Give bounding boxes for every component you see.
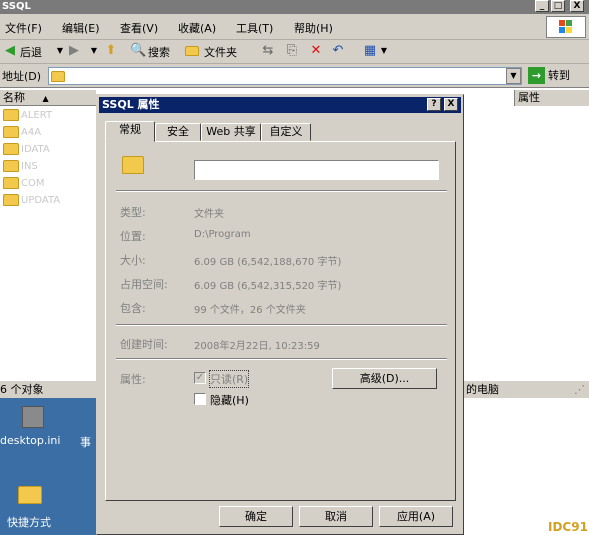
- column-header-attributes[interactable]: 属性: [514, 90, 589, 106]
- desktop-icon-label[interactable]: desktop.ini: [0, 434, 60, 447]
- close-button[interactable]: X: [570, 0, 584, 12]
- list-item[interactable]: ALERT: [3, 109, 52, 126]
- go-button[interactable]: → 转到: [528, 67, 570, 84]
- list-item[interactable]: COM: [3, 177, 44, 194]
- readonly-label[interactable]: 只读(R): [208, 370, 250, 388]
- delete-icon[interactable]: ✕: [308, 43, 324, 59]
- advanced-button[interactable]: 高级(D)...: [332, 368, 437, 389]
- ok-button[interactable]: 确定: [219, 506, 293, 527]
- menu-tools[interactable]: 工具(T): [236, 20, 273, 36]
- menu-view[interactable]: 查看(V): [120, 20, 158, 36]
- attributes-label: 属性:: [120, 373, 146, 386]
- size-on-disk-value: 6.09 GB (6,542,315,520 字节): [194, 281, 342, 292]
- separator: [116, 190, 447, 192]
- type-value: 文件夹: [194, 209, 224, 220]
- menu-favorites[interactable]: 收藏(A): [178, 20, 216, 36]
- size-label: 大小:: [120, 254, 146, 267]
- desktop-icon-label[interactable]: 事: [80, 434, 91, 450]
- minimize-button[interactable]: _: [535, 0, 549, 12]
- folder-icon: [3, 126, 19, 138]
- resize-grip-icon[interactable]: ⋰: [574, 381, 585, 398]
- tab-custom[interactable]: 自定义: [261, 123, 311, 141]
- apply-button[interactable]: 应用(A): [379, 506, 453, 527]
- copy-to-icon[interactable]: ⎘: [284, 43, 300, 59]
- tab-panel-general: 类型: 文件夹 位置: D:\Program 大小: 6.09 GB (6,54…: [105, 141, 456, 501]
- forward-dropdown-icon[interactable]: ▼: [86, 43, 102, 59]
- windows-logo-icon: [546, 16, 586, 38]
- menu-file[interactable]: 文件(F): [5, 20, 42, 36]
- window-title: SSQL: [2, 1, 31, 12]
- cancel-button[interactable]: 取消: [299, 506, 373, 527]
- search-button[interactable]: 搜索: [148, 44, 170, 60]
- location-value: D:\Program: [194, 229, 251, 240]
- dialog-titlebar: SSQL 属性 ? X: [99, 97, 461, 113]
- forward-arrow-icon[interactable]: ▶: [66, 43, 82, 59]
- address-input[interactable]: [48, 67, 522, 85]
- separator: [116, 324, 447, 326]
- menu-bar: 文件(F) 编辑(E) 查看(V) 收藏(A) 工具(T) 帮助(H): [0, 14, 589, 40]
- created-value: 2008年2月22日, 10:23:59: [194, 341, 320, 352]
- properties-dialog: SSQL 属性 ? X 常规 安全 Web 共享 自定义 类型: 文件夹 位置:…: [96, 94, 464, 535]
- settings-file-icon[interactable]: [22, 406, 44, 428]
- status-zone: 的电脑: [466, 383, 499, 396]
- folder-icon: [51, 70, 65, 82]
- column-header-name[interactable]: 名称 ▲: [0, 90, 96, 106]
- list-item[interactable]: A4A: [3, 126, 41, 143]
- back-button[interactable]: 后退: [20, 44, 42, 60]
- desktop-icon-label[interactable]: 快捷方式: [7, 514, 51, 530]
- menu-help[interactable]: 帮助(H): [294, 20, 333, 36]
- list-item[interactable]: UPDATA: [3, 194, 60, 211]
- toolbar: ◀ 后退 ▼ ▶ ▼ ⬆ 🔍 搜索 文件夹 ⇆ ⎘ ✕ ↶ ▦ ▼: [0, 40, 589, 64]
- go-label: 转到: [548, 69, 570, 82]
- status-object-count: 6 个对象: [0, 383, 44, 396]
- location-label: 位置:: [120, 230, 146, 243]
- help-button[interactable]: ?: [427, 98, 441, 111]
- desktop: desktop.ini 事 快捷方式: [0, 398, 96, 535]
- file-list-right: [464, 106, 589, 380]
- folder-icon: [122, 156, 144, 174]
- folder-icon: [3, 194, 19, 206]
- address-label: 地址(D): [2, 70, 42, 83]
- folder-icon: [3, 109, 19, 121]
- list-item[interactable]: IDATA: [3, 143, 50, 160]
- sort-ascending-icon: ▲: [42, 94, 49, 103]
- folder-icon: [3, 160, 19, 172]
- tab-web-sharing[interactable]: Web 共享: [201, 123, 261, 141]
- dialog-close-button[interactable]: X: [444, 98, 458, 111]
- menu-edit[interactable]: 编辑(E): [62, 20, 100, 36]
- file-list: ALERT A4A IDATA INS COM UPDATA: [0, 106, 96, 380]
- move-to-icon[interactable]: ⇆: [260, 43, 276, 59]
- dialog-title: SSQL 属性: [102, 98, 160, 111]
- size-value: 6.09 GB (6,542,188,670 字节): [194, 257, 342, 268]
- back-arrow-icon[interactable]: ◀: [2, 43, 18, 59]
- created-label: 创建时间:: [120, 338, 168, 351]
- folder-name-field[interactable]: [194, 160, 439, 180]
- tab-security[interactable]: 安全: [155, 123, 201, 141]
- hidden-label[interactable]: 隐藏(H): [210, 392, 249, 408]
- search-icon[interactable]: 🔍: [130, 43, 146, 59]
- contains-label: 包含:: [120, 302, 146, 315]
- folders-button[interactable]: 文件夹: [204, 44, 237, 60]
- window-titlebar: SSQL _ □ X: [0, 0, 589, 14]
- contains-value: 99 个文件，26 个文件夹: [194, 305, 306, 316]
- separator: [116, 358, 447, 360]
- views-dropdown-icon[interactable]: ▼: [376, 43, 392, 59]
- maximize-button[interactable]: □: [551, 0, 565, 12]
- type-label: 类型:: [120, 206, 146, 219]
- address-bar: 地址(D) ▼ → 转到: [0, 64, 589, 88]
- readonly-checkbox[interactable]: ✓: [194, 372, 206, 384]
- folders-icon[interactable]: [185, 43, 201, 59]
- address-dropdown-button[interactable]: ▼: [506, 68, 521, 84]
- undo-icon[interactable]: ↶: [330, 43, 346, 59]
- folder-icon: [3, 143, 19, 155]
- go-arrow-icon: →: [528, 67, 545, 84]
- up-folder-icon[interactable]: ⬆: [103, 43, 119, 59]
- folder-icon[interactable]: [18, 486, 42, 504]
- size-on-disk-label: 占用空间:: [120, 278, 168, 291]
- folder-icon: [3, 177, 19, 189]
- watermark-logo: IDC91: [548, 520, 588, 534]
- hidden-checkbox[interactable]: [194, 393, 206, 405]
- list-item[interactable]: INS: [3, 160, 38, 177]
- tab-general[interactable]: 常规: [105, 121, 155, 142]
